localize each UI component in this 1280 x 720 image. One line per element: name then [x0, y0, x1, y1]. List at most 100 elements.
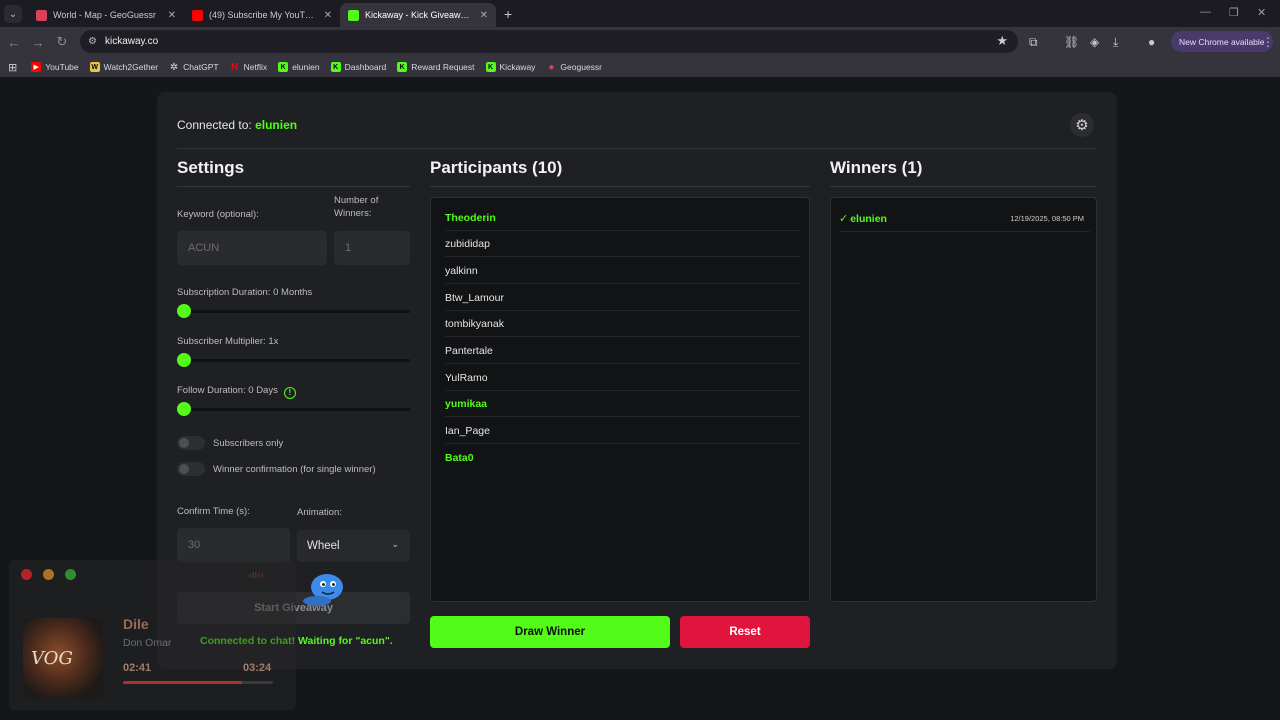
winners-count-label: Number of Winners:	[334, 195, 379, 219]
participant-row: tombikyanak	[445, 311, 801, 337]
confirm-time-input[interactable]: 30	[177, 528, 290, 562]
bookmark-netflix[interactable]: N Netflix	[230, 61, 267, 73]
link-icon[interactable]: ⛓	[1064, 35, 1079, 49]
subscription-duration-thumb[interactable]	[177, 304, 191, 318]
keyword-input[interactable]: ACUN	[177, 231, 327, 265]
close-icon[interactable]: ✕	[480, 10, 488, 21]
reset-button[interactable]: Reset	[680, 616, 810, 648]
minimize-dot-icon[interactable]	[43, 569, 54, 580]
participant-row: Pantertale	[445, 338, 801, 364]
extensions-icon[interactable]: ⧉	[1029, 35, 1038, 50]
kick-icon: K	[330, 62, 341, 72]
bookmark-kickaway[interactable]: K Kickaway	[485, 62, 535, 72]
participants-list[interactable]: Theoderin zubididap yalkinn Btw_Lamour t…	[430, 197, 810, 602]
window-close-icon[interactable]: ✕	[1257, 6, 1266, 19]
settings-gear-button[interactable]: ⚙	[1070, 113, 1094, 137]
audio-visualizer-icon: ıllıı	[249, 571, 265, 580]
new-tab-button[interactable]: +	[504, 6, 512, 22]
subscriber-multiplier-slider[interactable]	[177, 359, 410, 362]
header-divider	[177, 148, 1097, 149]
participant-row: Bata0	[445, 452, 474, 464]
download-icon[interactable]: ⤓	[1113, 35, 1118, 50]
winner-timestamp: 12/19/2025, 08:50 PM	[1010, 214, 1084, 223]
winners-divider	[830, 186, 1097, 187]
track-duration: 03:24	[243, 662, 272, 674]
bookmark-reward-request[interactable]: K Reward Request	[397, 62, 475, 72]
winners-list: ✓ elunien 12/19/2025, 08:50 PM	[830, 197, 1097, 602]
forward-icon[interactable]: →	[26, 35, 50, 50]
track-progress-bar[interactable]	[123, 681, 273, 684]
netflix-icon: N	[230, 61, 239, 73]
tab-youtube[interactable]: (49) Subscribe My YouTube Cha ✕	[184, 3, 340, 27]
subscribers-only-label: Subscribers only	[213, 438, 284, 449]
current-time: 02:41	[123, 662, 152, 674]
follow-duration-thumb[interactable]	[177, 402, 191, 416]
close-icon[interactable]: ✕	[168, 10, 176, 21]
geoguessr-favicon-icon	[36, 9, 47, 21]
maximize-icon[interactable]: ❐	[1229, 6, 1239, 19]
url-text: kickaway.co	[104, 36, 159, 47]
gear-icon: ⚙	[1075, 117, 1089, 134]
connection-status: Connected to: elunien	[177, 118, 298, 132]
chevron-down-icon: ⌄	[391, 539, 399, 549]
profile-avatar-icon[interactable]: ●	[1148, 35, 1155, 49]
winner-confirmation-toggle[interactable]	[177, 462, 205, 476]
participant-row: yalkinn	[445, 258, 801, 284]
kick-icon: K	[485, 62, 496, 72]
info-warning-icon[interactable]: !	[283, 386, 296, 399]
participant-row: yumikaa	[445, 391, 801, 417]
giveaway-card: Connected to: elunien ⚙ Settings Keyword…	[157, 92, 1117, 669]
bookmark-youtube[interactable]: ▶ YouTube	[31, 62, 79, 72]
tab-kickaway[interactable]: Kickaway - Kick Giveaway Tool ✕	[340, 3, 496, 27]
geoguessr-pin-icon: ●	[548, 61, 555, 73]
bookmark-watch2gether[interactable]: W Watch2Gether	[89, 62, 158, 72]
participants-divider	[430, 186, 810, 187]
incognito-icon[interactable]: ◈	[1090, 35, 1099, 49]
winners-count-input[interactable]: 1	[334, 231, 410, 265]
participants-title: Participants (10)	[430, 158, 563, 177]
bookmark-dashboard[interactable]: K Dashboard	[330, 62, 386, 72]
kick-icon: K	[397, 62, 408, 72]
confirm-time-label: Confirm Time (s):	[177, 506, 250, 517]
browser-toolbar: ← → ↻ ⚙ kickaway.co ★ ⧉ ⛓ ◈ ⤓ ● New Chro…	[0, 27, 1280, 57]
bookmark-chatgpt[interactable]: ✲ ChatGPT	[169, 62, 219, 73]
draw-winner-button[interactable]: Draw Winner	[430, 616, 670, 648]
bookmark-star-icon[interactable]: ★	[996, 33, 1008, 49]
address-bar[interactable]: ⚙ kickaway.co ★	[80, 30, 1018, 53]
subscriber-multiplier-label: Subscriber Multiplier: 1x	[177, 336, 279, 347]
back-icon[interactable]: ←	[2, 35, 26, 50]
participant-row: Btw_Lamour	[445, 285, 801, 311]
tab-geoguessr[interactable]: World - Map - GeoGuessr ✕	[28, 3, 184, 27]
participant-row: YulRamo	[445, 365, 801, 391]
animation-select[interactable]: Wheel ⌄	[297, 530, 410, 562]
bookmark-elunien[interactable]: Kelunien	[278, 62, 320, 72]
tab-search-button[interactable]: ⌄	[4, 5, 22, 23]
expand-dot-icon[interactable]	[65, 569, 76, 580]
more-menu-icon[interactable]: ⋮	[1262, 35, 1274, 49]
youtube-icon: ▶	[31, 62, 42, 72]
subscription-duration-slider[interactable]	[177, 310, 410, 313]
album-art: VOG	[23, 618, 103, 698]
song-title: Dile	[123, 616, 149, 632]
bookmark-geoguessr[interactable]: ● Geoguessr	[546, 61, 602, 73]
close-dot-icon[interactable]	[21, 569, 32, 580]
settings-title: Settings	[177, 158, 245, 177]
check-icon: ✓	[839, 213, 849, 225]
new-chrome-available-button[interactable]: New Chrome available	[1171, 31, 1273, 52]
follow-duration-slider[interactable]	[177, 408, 410, 411]
close-icon[interactable]: ✕	[324, 10, 332, 21]
channel-name: elunien	[255, 118, 298, 132]
youtube-favicon-icon	[192, 9, 203, 21]
keyword-label: Keyword (optional):	[177, 209, 259, 220]
winner-name: elunien	[850, 212, 887, 225]
track-progress-fill	[123, 681, 242, 684]
subscriber-multiplier-thumb[interactable]	[177, 353, 191, 367]
subscription-duration-label: Subscription Duration: 0 Months	[177, 287, 313, 298]
subscribers-only-toggle[interactable]	[177, 436, 205, 450]
bookmarks-bar: ⊞ ▶ YouTube W Watch2Gether ✲ ChatGPT N Netfl…	[0, 57, 1280, 77]
minimize-icon[interactable]: —	[1200, 6, 1211, 18]
reload-icon[interactable]: ↻	[50, 34, 74, 50]
site-info-icon[interactable]: ⚙	[88, 36, 97, 47]
settings-divider	[177, 186, 410, 187]
apps-grid-icon[interactable]: ⊞	[8, 61, 17, 74]
